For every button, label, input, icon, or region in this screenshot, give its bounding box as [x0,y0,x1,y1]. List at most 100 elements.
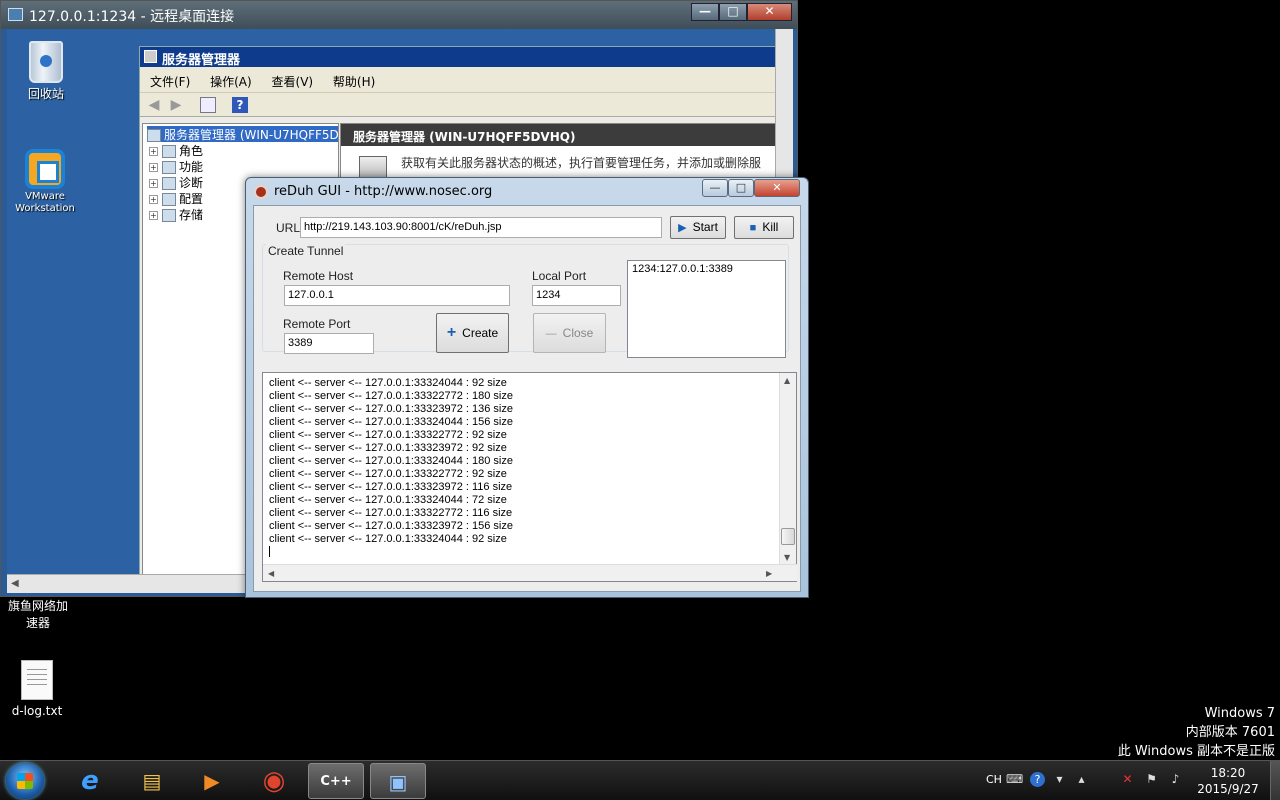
internet-explorer-icon[interactable]: e [62,763,118,799]
start-button[interactable] [6,763,44,799]
help-icon[interactable]: ? [1030,772,1045,787]
server-manager-title-bar[interactable]: 服务器管理器 [140,47,786,68]
reduh-title: reDuh GUI - http://www.nosec.org [274,184,493,199]
log-line: client <-- server <-- 127.0.0.1:33324044… [269,494,507,506]
tree-root[interactable]: 服务器管理器 (WIN-U7HQFF5DVH [147,126,339,142]
remote-port-input[interactable]: 3389 [284,333,374,354]
plus-icon: + [446,324,457,341]
minimize-button[interactable]: — [691,3,719,21]
keyboard-icon[interactable]: ⌨ [1006,772,1023,787]
scroll-up-arrow-icon[interactable]: ▲ [784,376,790,385]
reduh-title-bar[interactable]: reDuh GUI - http://www.nosec.org — □ ✕ [246,178,808,204]
tree-item-roles[interactable]: + 角色 [149,142,203,158]
tree-item-features[interactable]: + 功能 [149,158,203,174]
expand-icon[interactable]: + [149,179,158,188]
log-line: client <-- server <-- 127.0.0.1:33322772… [269,507,513,519]
tree-label-roles: 角色 [179,144,204,158]
action-center-icon[interactable]: ⚑ [1144,772,1159,787]
url-input[interactable]: http://219.143.103.90:8001/cK/reDuh.jsp [300,217,662,238]
menu-file[interactable]: 文件(F) [150,75,190,89]
recycle-bin-label: 回收站 [27,87,64,101]
create-tunnel-label: Create Tunnel [266,244,346,258]
remote-port-label: Remote Port [283,317,351,331]
details-header: 服务器管理器 (WIN-U7HQFF5DVHQ) [341,124,785,146]
local-port-input[interactable]: 1234 [532,285,621,306]
tree-label-features: 功能 [179,160,204,174]
log-output[interactable]: client <-- server <-- 127.0.0.1:33324044… [262,372,797,582]
log-line: client <-- server <-- 127.0.0.1:33322772… [269,429,507,441]
expand-icon[interactable]: + [149,147,158,156]
log-horizontal-scrollbar[interactable]: ◀ ▶ [263,564,797,581]
scroll-right-arrow-icon[interactable]: ▶ [766,569,772,578]
menu-view[interactable]: 查看(V) [272,75,314,89]
tunnel-list[interactable]: 1234:127.0.0.1:3389 [627,260,786,358]
language-indicator[interactable]: CH [986,773,1002,786]
kill-button[interactable]: ■ Kill [734,216,794,239]
forward-arrow-icon[interactable]: ▶ [168,97,184,113]
help-icon[interactable]: ? [232,97,248,113]
storage-icon [162,209,176,222]
desktop-icon-recycle-bin[interactable]: 回收站 [21,41,71,102]
expand-icon[interactable]: + [149,163,158,172]
text-file-icon [21,660,53,700]
tree-root-label: 服务器管理器 (WIN-U7HQFF5DVH [164,128,339,142]
show-desktop-button[interactable] [1270,761,1280,800]
log-line: client <-- server <-- 127.0.0.1:33324044… [269,455,513,467]
stop-icon: ■ [749,222,757,234]
start-button[interactable]: ▶ Start [670,216,726,239]
text-caret [269,546,774,561]
back-arrow-icon[interactable]: ◀ [146,97,162,113]
rdp-title-bar[interactable]: 127.0.0.1:1234 - 远程桌面连接 — □ ✕ [1,1,797,29]
create-button[interactable]: + Create [436,313,509,353]
close-button[interactable]: ✕ [747,3,792,21]
vmware-icon [25,149,65,189]
windows-watermark: Windows 7 内部版本 7601 此 Windows 副本不是正版 [1118,704,1275,761]
ime-options-icon[interactable]: ▾ [1052,772,1067,787]
log-line: client <-- server <-- 127.0.0.1:33324044… [269,416,513,428]
clock-time: 18:20 [1210,766,1246,780]
remote-desktop-icon[interactable]: ▣ [370,763,426,799]
log-scroll-thumb[interactable] [781,528,795,545]
remote-host-input[interactable]: 127.0.0.1 [284,285,510,306]
media-player-icon[interactable]: ▶ [184,763,240,799]
reduh-app-icon[interactable]: C++ [308,763,364,799]
desktop-icon-vmware[interactable]: VMware Workstation [9,149,81,215]
menu-help[interactable]: 帮助(H) [333,75,375,89]
log-line: client <-- server <-- 127.0.0.1:33323972… [269,481,513,493]
diagnostics-icon [162,177,176,190]
desktop-icon-d-log[interactable]: d-log.txt [4,660,70,718]
reduh-minimize-button[interactable]: — [702,179,728,197]
show-hidden-icons-icon[interactable]: ▴ [1074,772,1089,787]
show-hide-tree-icon[interactable] [200,97,216,113]
tree-label-storage: 存储 [179,208,204,222]
reduh-window: reDuh GUI - http://www.nosec.org — □ ✕ U… [245,177,809,598]
scroll-down-arrow-icon[interactable]: ▼ [784,553,790,562]
accelerator-label-line2: 速器 [25,616,50,630]
tree-item-configuration[interactable]: + 配置 [149,190,203,206]
chrome-icon[interactable]: ◉ [246,763,302,799]
reduh-maximize-button[interactable]: □ [728,179,754,197]
expand-icon[interactable]: + [149,211,158,220]
tree-item-diagnostics[interactable]: + 诊断 [149,174,203,190]
watermark-line1: Windows 7 [1204,706,1275,721]
network-icon[interactable]: ✕ [1120,772,1135,787]
clock-date: 2015/9/27 [1197,782,1259,796]
file-explorer-icon[interactable]: ▤ [124,763,180,799]
volume-icon[interactable]: ♪ [1168,772,1183,787]
menu-action[interactable]: 操作(A) [210,75,252,89]
clock[interactable]: 18:20 2015/9/27 [1193,765,1263,797]
expand-icon[interactable]: + [149,195,158,204]
close-tunnel-button[interactable]: — Close [533,313,606,353]
log-line: client <-- server <-- 127.0.0.1:33324044… [269,533,507,545]
log-vertical-scrollbar[interactable]: ▲ ▼ [779,373,796,565]
maximize-button[interactable]: □ [719,3,747,21]
reduh-close-button[interactable]: ✕ [754,179,800,197]
scroll-left-arrow-icon[interactable]: ◀ [268,569,274,578]
desktop-icon-accelerator[interactable]: 旗鱼网络加 速器 [4,598,72,632]
tree-item-storage[interactable]: + 存储 [149,206,203,222]
log-lines: client <-- server <-- 127.0.0.1:33324044… [269,377,774,561]
tree-label-configuration: 配置 [179,192,204,206]
url-label: URL [276,221,301,235]
scroll-left-arrow-icon[interactable]: ◀ [11,578,19,589]
tunnel-list-item[interactable]: 1234:127.0.0.1:3389 [632,263,781,275]
